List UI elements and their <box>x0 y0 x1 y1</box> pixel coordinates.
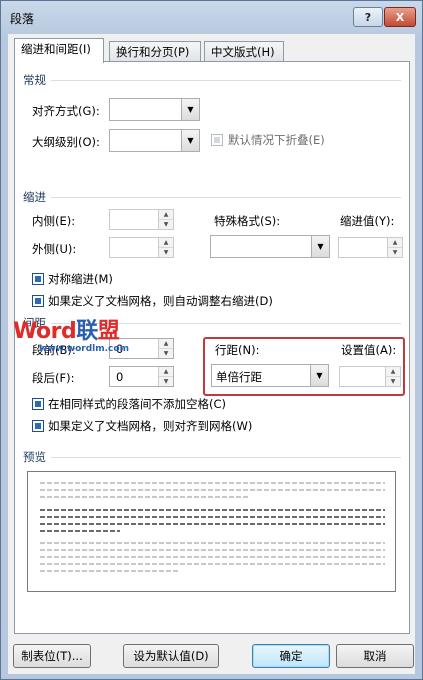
ok-button[interactable]: 确定 <box>252 644 330 668</box>
preview-line <box>40 516 385 518</box>
preview-section-title: 预览 <box>23 450 46 464</box>
spin-up-icon[interactable]: ▲ <box>159 339 173 349</box>
preview-line <box>40 523 385 525</box>
preview-line <box>40 496 250 498</box>
divider <box>51 197 401 198</box>
indent-by-label: 缩进值(Y): <box>340 214 395 228</box>
watermark-word: Word <box>13 319 77 344</box>
mirror-indents-label: 对称缩进(M) <box>48 272 113 286</box>
preview-line <box>40 530 120 532</box>
outer-indent-label: 外侧(U): <box>32 242 77 256</box>
preview-line <box>40 542 385 544</box>
spin-up-icon[interactable]: ▲ <box>159 238 173 248</box>
help-icon: ? <box>364 10 372 24</box>
space-after-spinner[interactable]: 0 ▲ ▼ <box>109 366 174 387</box>
preview-line <box>40 509 385 511</box>
no-space-same-style-checkbox[interactable] <box>32 398 44 410</box>
preview-line <box>40 549 385 551</box>
inner-indent-spinner[interactable]: ▲ ▼ <box>109 209 174 230</box>
spin-down-icon[interactable]: ▼ <box>159 219 173 229</box>
title-bar[interactable]: 段落 ? X <box>1 1 422 33</box>
watermark-lian: 联 <box>76 319 98 344</box>
help-button[interactable]: ? <box>353 7 383 27</box>
tab-line-page-breaks[interactable]: 换行和分页(P) <box>109 41 201 62</box>
watermark-url: www.wordlm.com <box>39 344 129 354</box>
no-space-same-style-label: 在相同样式的段落间不添加空格(C) <box>48 397 227 411</box>
outline-level-select[interactable]: ▼ <box>109 129 200 152</box>
general-section-title: 常规 <box>23 73 46 87</box>
close-button[interactable]: X <box>384 7 416 27</box>
tab-asian-typography[interactable]: 中文版式(H) <box>204 41 284 62</box>
wordlm-watermark-logo: Word联盟 <box>13 319 120 344</box>
spin-down-icon[interactable]: ▼ <box>159 376 173 386</box>
special-indent-select[interactable]: ▼ <box>210 235 330 258</box>
alignment-select[interactable]: ▼ <box>109 98 200 121</box>
auto-adjust-indent-label: 如果定义了文档网格，则自动调整右缩进(D) <box>48 294 273 308</box>
spin-down-icon[interactable]: ▼ <box>159 348 173 358</box>
dropdown-arrow-icon: ▼ <box>181 99 199 120</box>
outline-level-label: 大纲级别(O): <box>32 135 100 149</box>
mirror-indents-checkbox[interactable] <box>32 273 44 285</box>
spin-down-icon[interactable]: ▼ <box>388 247 402 257</box>
space-after-value: 0 <box>116 370 124 384</box>
special-indent-label: 特殊格式(S): <box>214 214 281 228</box>
divider <box>51 457 401 458</box>
inner-indent-label: 内侧(E): <box>32 214 76 228</box>
divider <box>51 80 401 81</box>
spin-up-icon[interactable]: ▲ <box>388 238 402 248</box>
preview-line <box>40 482 385 484</box>
collapse-by-default-label: 默认情况下折叠(E) <box>228 133 325 147</box>
snap-to-grid-checkbox[interactable] <box>32 420 44 432</box>
auto-adjust-indent-checkbox[interactable] <box>32 295 44 307</box>
indent-by-spinner[interactable]: ▲ ▼ <box>338 237 403 258</box>
spin-up-icon[interactable]: ▲ <box>159 367 173 377</box>
highlight-box <box>203 337 405 396</box>
paragraph-preview <box>27 471 396 592</box>
tab-strip: 缩进和间距(I) 换行和分页(P) 中文版式(H) <box>14 38 409 63</box>
preview-line <box>40 570 180 572</box>
dropdown-arrow-icon: ▼ <box>311 236 329 257</box>
paragraph-dialog: 段落 ? X 缩进和间距(I) 换行和分页(P) 中文版式(H) 常规 对齐方式… <box>0 0 423 680</box>
collapse-by-default-checkbox[interactable] <box>211 134 223 146</box>
tabs-button[interactable]: 制表位(T)... <box>13 644 91 668</box>
space-after-label: 段后(F): <box>32 371 75 385</box>
watermark-meng: 盟 <box>97 319 120 344</box>
set-as-default-button[interactable]: 设为默认值(D) <box>123 644 219 668</box>
close-icon: X <box>395 10 405 24</box>
dialog-title: 段落 <box>10 12 35 26</box>
cancel-button[interactable]: 取消 <box>336 644 414 668</box>
dropdown-arrow-icon: ▼ <box>181 130 199 151</box>
tab-indent-spacing[interactable]: 缩进和间距(I) <box>14 38 104 63</box>
outer-indent-spinner[interactable]: ▲ ▼ <box>109 237 174 258</box>
alignment-label: 对齐方式(G): <box>32 104 100 118</box>
preview-line <box>40 556 385 558</box>
preview-line <box>40 563 385 565</box>
spin-up-icon[interactable]: ▲ <box>159 210 173 220</box>
spin-down-icon[interactable]: ▼ <box>159 247 173 257</box>
indent-section-title: 缩进 <box>23 190 46 204</box>
preview-line <box>40 489 385 491</box>
snap-to-grid-label: 如果定义了文档网格，则对齐到网格(W) <box>48 419 253 433</box>
